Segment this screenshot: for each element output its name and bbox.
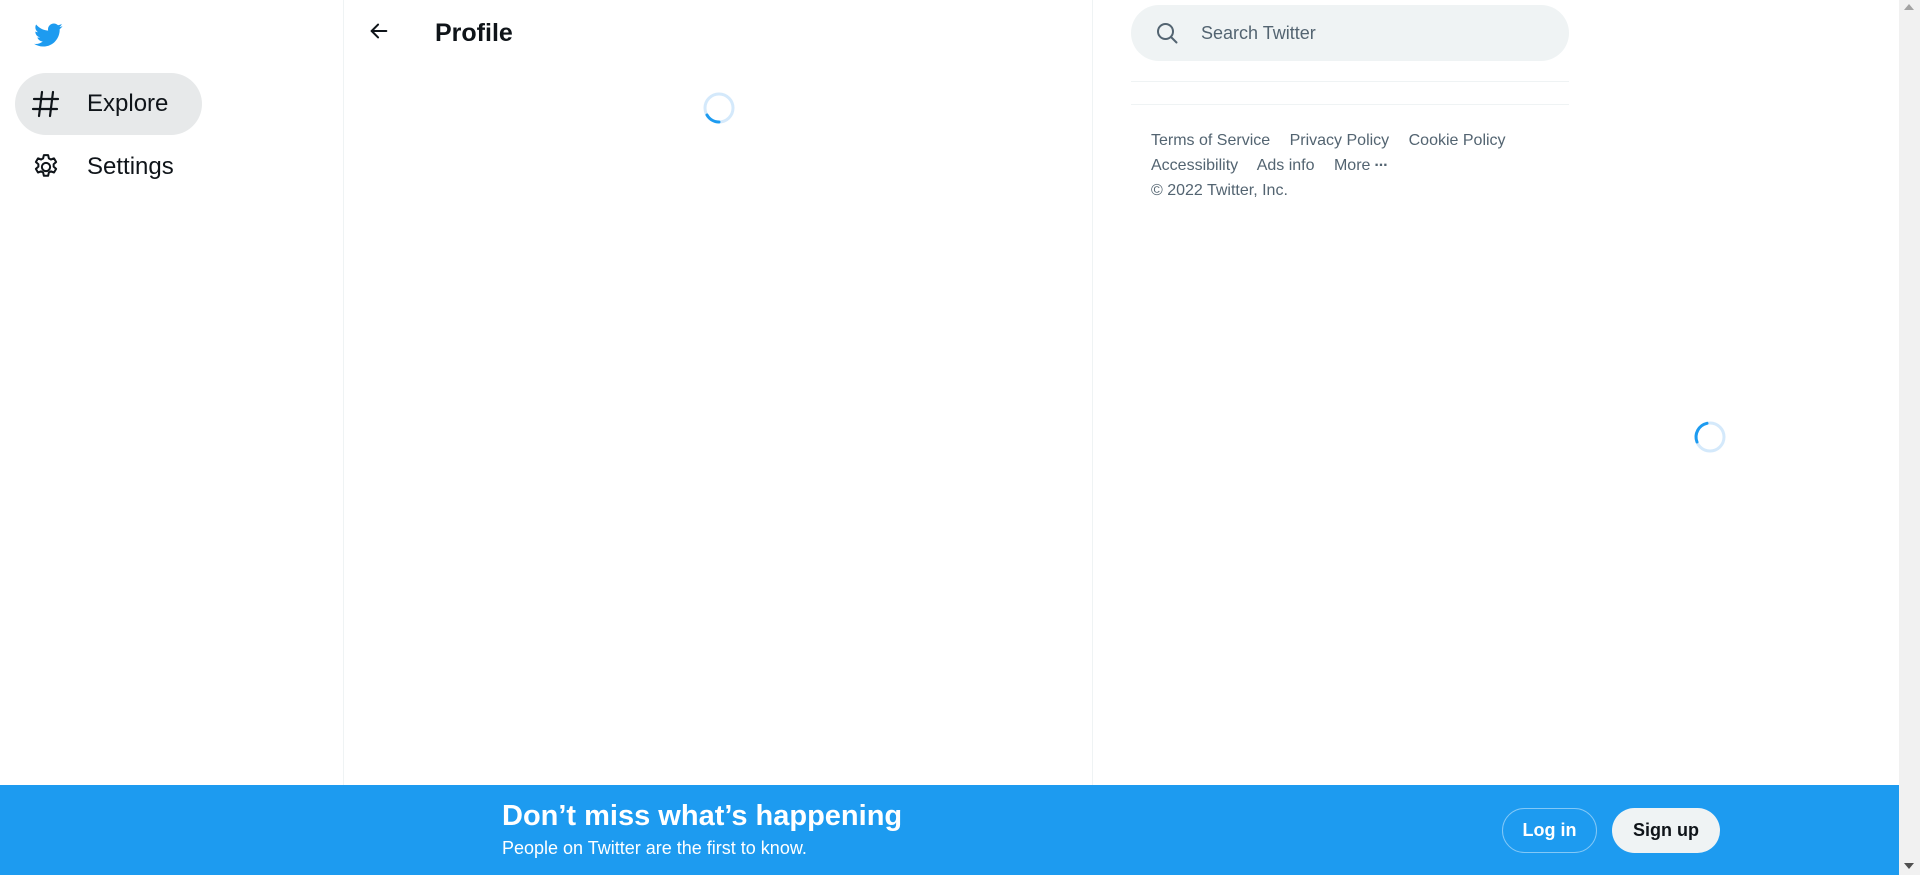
main-header: Profile	[344, 0, 1092, 66]
nav-item-explore[interactable]: Explore	[15, 73, 203, 135]
signup-button[interactable]: Sign up	[1612, 808, 1720, 853]
hashtag-icon	[30, 88, 62, 120]
login-button[interactable]: Log in	[1502, 808, 1597, 853]
footer-link-terms[interactable]: Terms of Service	[1151, 132, 1270, 149]
gear-icon	[30, 151, 62, 183]
footer-link-accessibility[interactable]: Accessibility	[1151, 157, 1238, 174]
back-button[interactable]	[360, 14, 398, 52]
footer-more-label: More	[1333, 157, 1371, 174]
arrow-left-icon	[368, 20, 390, 47]
footer-more-button[interactable]: More ···	[1333, 153, 1388, 178]
banner-title: Don’t miss what’s happening	[502, 800, 903, 832]
loading-spinner-icon	[1693, 420, 1727, 454]
left-nav: Explore Settings	[0, 0, 344, 785]
footer-link-privacy[interactable]: Privacy Policy	[1290, 132, 1390, 149]
copyright: © 2022 Twitter, Inc.	[1151, 182, 1288, 199]
scroll-up-arrow-icon[interactable]	[1904, 4, 1914, 10]
footer-link-ads-info[interactable]: Ads info	[1257, 157, 1315, 174]
search-box[interactable]	[1131, 5, 1569, 61]
loading-spinner-icon	[702, 91, 736, 125]
main-column: Profile	[344, 0, 1093, 785]
nav-label-settings: Settings	[87, 153, 174, 180]
nav-label-explore: Explore	[87, 90, 169, 117]
vertical-scrollbar[interactable]	[1899, 0, 1920, 875]
ellipsis-icon: ···	[1374, 157, 1388, 174]
search-icon	[1155, 21, 1179, 45]
signup-banner: Don’t miss what’s happening People on Tw…	[0, 785, 1899, 875]
footer-links: Terms of Service Privacy Policy Cookie P…	[1151, 128, 1561, 203]
twitter-logo-icon[interactable]	[29, 16, 67, 54]
nav-item-settings[interactable]: Settings	[15, 136, 208, 198]
divider	[1131, 104, 1569, 105]
banner-subtitle: People on Twitter are the first to know.	[502, 838, 807, 858]
scroll-down-arrow-icon[interactable]	[1904, 863, 1914, 869]
page-title: Profile	[435, 19, 513, 47]
divider	[1131, 81, 1569, 82]
search-input[interactable]	[1201, 5, 1541, 61]
footer-link-cookie[interactable]: Cookie Policy	[1409, 132, 1506, 149]
